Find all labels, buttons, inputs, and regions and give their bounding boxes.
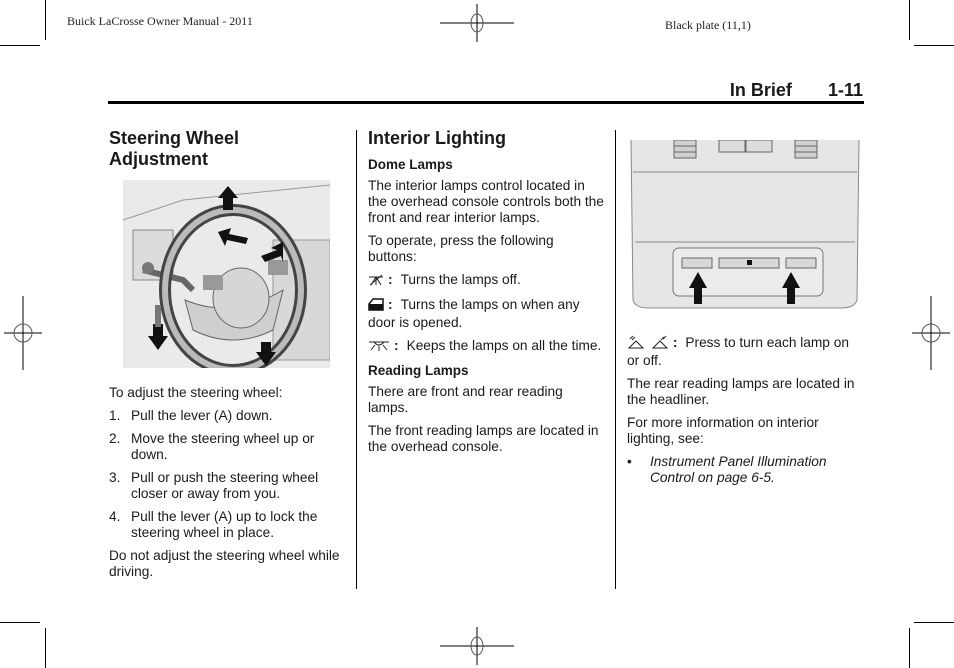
step-text: Move the steering wheel up or down. bbox=[131, 431, 315, 462]
crop-mark bbox=[45, 628, 46, 668]
steering-instructions: To adjust the steering wheel: 1. Pull the… bbox=[109, 385, 341, 587]
bullet: • bbox=[627, 454, 632, 469]
crop-mark bbox=[0, 622, 40, 623]
crop-mark bbox=[0, 45, 40, 46]
manual-title: Buick LaCrosse Owner Manual - 2011 bbox=[67, 14, 253, 28]
title-line: Steering Wheel bbox=[109, 128, 240, 148]
reading-intro: There are front and rear reading lamps. bbox=[368, 384, 563, 415]
column-divider bbox=[356, 130, 357, 589]
step-text: Pull the lever (A) down. bbox=[131, 408, 273, 423]
overhead-console-illustration bbox=[629, 140, 861, 312]
crop-mark bbox=[914, 622, 954, 623]
step-item: 1. Pull the lever (A) down. bbox=[109, 408, 341, 424]
steering-wheel-illustration: A bbox=[123, 180, 330, 368]
lighting-section: Interior Lighting Dome Lamps The interio… bbox=[368, 128, 604, 462]
section-title: Steering Wheel Adjustment bbox=[109, 128, 341, 170]
cross-reference-link[interactable]: Instrument Panel Illumination Control on… bbox=[650, 454, 863, 486]
step-item: 3. Pull or push the steering wheel closer… bbox=[109, 470, 341, 502]
crop-mark bbox=[909, 0, 910, 40]
plate-label: Black plate (11,1) bbox=[665, 18, 751, 32]
button-lamps-on: : Keeps the lamps on all the time. bbox=[368, 338, 604, 356]
dome-intro: The interior lamps control located in th… bbox=[368, 178, 604, 225]
running-header: In Brief 1-11 bbox=[700, 80, 863, 101]
step-item: 2. Move the steering wheel up or down. bbox=[109, 431, 341, 463]
steering-warning: Do not adjust the steering wheel while d… bbox=[109, 548, 340, 579]
reading-lamps-heading: Reading Lamps bbox=[368, 363, 469, 378]
colon: : bbox=[394, 338, 399, 353]
crop-mark bbox=[909, 628, 910, 668]
button-description: Keeps the lamps on all the time. bbox=[406, 338, 602, 353]
lamp-off-icon bbox=[368, 274, 384, 290]
colon: : bbox=[672, 335, 678, 350]
operate-text: To operate, press the following buttons: bbox=[368, 233, 554, 264]
steering-steps: 1. Pull the lever (A) down. 2. Move the st… bbox=[109, 408, 341, 541]
reading-lamp-right-icon bbox=[651, 335, 669, 353]
button-door: : Turns the lamps on when any door is ope… bbox=[368, 297, 604, 331]
reading-lamp-left-icon bbox=[627, 335, 645, 353]
registration-mark-top bbox=[440, 4, 514, 42]
step-text: Pull the lever (A) up to lock the steeri… bbox=[131, 509, 318, 540]
lamp-on-icon bbox=[368, 340, 390, 356]
reading-front: The front reading lamps are located in t… bbox=[368, 423, 599, 454]
reference-list-item: • Instrument Panel Illumination Control … bbox=[627, 454, 863, 486]
registration-mark-left bbox=[4, 296, 42, 370]
step-text: Pull or push the steering wheel closer o… bbox=[131, 470, 319, 501]
step-number: 3. bbox=[109, 470, 121, 485]
steering-section: Steering Wheel Adjustment bbox=[109, 128, 341, 170]
button-description: Turns the lamps off. bbox=[400, 272, 521, 287]
step-number: 2. bbox=[109, 431, 121, 446]
steering-intro: To adjust the steering wheel: bbox=[109, 385, 283, 400]
door-icon bbox=[368, 298, 384, 315]
header-rule bbox=[108, 101, 864, 104]
page-number: 1-11 bbox=[827, 80, 863, 100]
registration-mark-bottom bbox=[440, 627, 514, 665]
crop-mark bbox=[45, 0, 46, 40]
section-name: In Brief bbox=[729, 80, 792, 100]
title-line: Adjustment bbox=[109, 149, 208, 169]
dome-lamps-heading: Dome Lamps bbox=[368, 157, 453, 172]
step-item: 4. Pull the lever (A) up to lock the stee… bbox=[109, 509, 341, 541]
column-divider bbox=[615, 130, 616, 589]
registration-mark-right bbox=[912, 296, 950, 370]
overhead-console-drawing bbox=[630, 140, 860, 309]
section-title: Interior Lighting bbox=[368, 128, 506, 148]
step-number: 1. bbox=[109, 408, 121, 423]
button-lamps-off: : Turns the lamps off. bbox=[368, 272, 604, 290]
colon: : bbox=[388, 297, 393, 312]
colon: : bbox=[388, 272, 393, 287]
reading-lamp-buttons: : Press to turn each lamp on or off. bbox=[627, 335, 863, 369]
crop-mark bbox=[914, 45, 954, 46]
steering-wheel-drawing bbox=[123, 180, 330, 368]
step-number: 4. bbox=[109, 509, 121, 524]
button-description: Turns the lamps on when any door is open… bbox=[368, 297, 580, 330]
reading-lamps-continued: : Press to turn each lamp on or off. The … bbox=[627, 335, 863, 486]
more-info-text: For more information on interior lightin… bbox=[627, 415, 819, 446]
rear-lamps-text: The rear reading lamps are located in th… bbox=[627, 376, 855, 407]
